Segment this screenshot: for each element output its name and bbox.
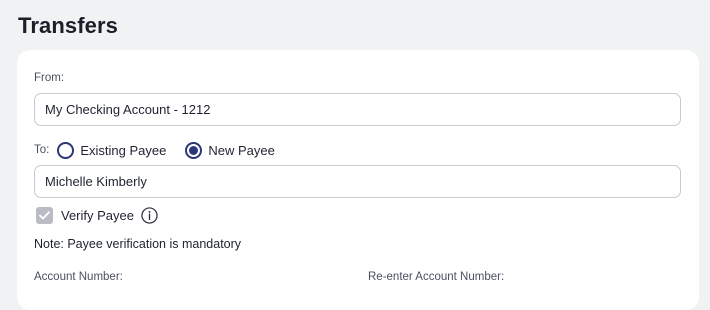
payee-name-field[interactable]: Michelle Kimberly <box>34 165 681 198</box>
to-label: To: <box>34 144 50 156</box>
transfer-form-card: From: My Checking Account - 1212 To: Exi… <box>17 50 699 310</box>
radio-checked-icon <box>185 141 203 159</box>
payee-name-value: Michelle Kimberly <box>45 174 147 189</box>
checkmark-icon <box>39 211 50 220</box>
existing-payee-radio[interactable]: Existing Payee <box>57 141 167 159</box>
account-number-label: Account Number: <box>34 271 123 283</box>
info-icon[interactable] <box>141 207 158 224</box>
new-payee-label: New Payee <box>208 142 275 158</box>
payee-type-radio-group: To: Existing Payee New Payee <box>34 140 294 160</box>
verify-payee-label: Verify Payee <box>61 208 134 223</box>
radio-unchecked-icon <box>57 141 75 159</box>
reenter-account-number-label: Re-enter Account Number: <box>368 271 505 283</box>
from-label: From: <box>34 72 65 84</box>
page-title: Transfers <box>18 13 118 38</box>
from-account-field[interactable]: My Checking Account - 1212 <box>34 93 681 126</box>
verify-payee-row: Verify Payee <box>36 207 158 224</box>
verify-payee-checkbox[interactable] <box>36 207 53 224</box>
verification-note: Note: Payee verification is mandatory <box>34 237 242 251</box>
existing-payee-label: Existing Payee <box>80 142 167 158</box>
new-payee-radio[interactable]: New Payee <box>185 141 275 159</box>
from-account-value: My Checking Account - 1212 <box>45 102 211 117</box>
